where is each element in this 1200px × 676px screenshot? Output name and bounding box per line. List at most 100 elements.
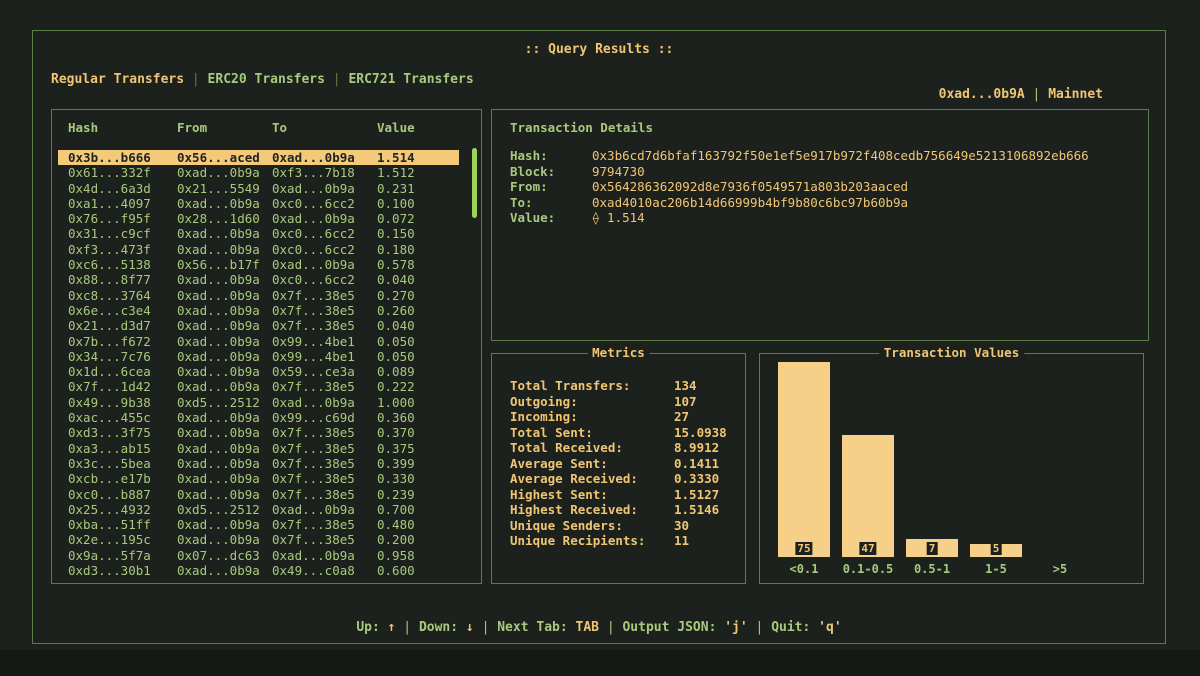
col-header-to: To <box>272 120 377 135</box>
help-separator: | <box>395 620 418 635</box>
cell-from: 0x28...1d60 <box>177 211 272 226</box>
metric-row: Total Received:8.9912 <box>510 440 737 456</box>
help-separator: | <box>748 620 771 635</box>
metric-label: Outgoing: <box>510 394 674 410</box>
help-key: 'q' <box>818 620 841 635</box>
help-label: Output JSON: <box>622 620 724 635</box>
table-row[interactable]: 0x34...7c760xad...0b9a0x99...4be10.050 <box>58 349 459 364</box>
cell-to: 0x7f...38e5 <box>272 456 377 471</box>
table-row[interactable]: 0x7f...1d420xad...0b9a0x7f...38e50.222 <box>58 379 459 394</box>
table-row[interactable]: 0x31...c9cf0xad...0b9a0xc0...6cc20.150 <box>58 226 459 241</box>
cell-to: 0x7f...38e5 <box>272 318 377 333</box>
cell-value: 0.330 <box>377 471 459 486</box>
table-row[interactable]: 0x6e...c3e40xad...0b9a0x7f...38e50.260 <box>58 303 459 318</box>
help-label: Down: <box>419 620 466 635</box>
cell-value: 0.600 <box>377 563 459 578</box>
tab-separator: | <box>184 72 207 87</box>
tab-separator: | <box>325 72 348 87</box>
cell-hash: 0x3b...b666 <box>68 150 177 165</box>
metric-row: Total Transfers:134 <box>510 378 737 394</box>
table-row[interactable]: 0x1d...6cea0xad...0b9a0x59...ce3a0.089 <box>58 364 459 379</box>
cell-hash: 0x7f...1d42 <box>68 379 177 394</box>
cell-from: 0xad...0b9a <box>177 303 272 318</box>
metric-value: 30 <box>674 518 737 534</box>
table-row[interactable]: 0xd3...3f750xad...0b9a0x7f...38e50.370 <box>58 425 459 440</box>
col-header-from: From <box>177 120 272 135</box>
table-row[interactable]: 0xcb...e17b0xad...0b9a0x7f...38e50.330 <box>58 471 459 486</box>
help-label: Next Tab: <box>497 620 575 635</box>
cell-hash: 0x1d...6cea <box>68 364 177 379</box>
table-row[interactable]: 0x3c...5bea0xad...0b9a0x7f...38e50.399 <box>58 456 459 471</box>
table-row[interactable]: 0xac...455c0xad...0b9a0x99...c69d0.360 <box>58 410 459 425</box>
cell-hash: 0x31...c9cf <box>68 226 177 241</box>
help-label: Quit: <box>771 620 818 635</box>
help-separator: | <box>474 620 497 635</box>
table-row[interactable]: 0xd3...30b10xad...0b9a0x49...c0a80.600 <box>58 563 459 578</box>
table-row[interactable]: 0xc8...37640xad...0b9a0x7f...38e50.270 <box>58 288 459 303</box>
cell-hash: 0xcb...e17b <box>68 471 177 486</box>
cell-from: 0xad...0b9a <box>177 517 272 532</box>
col-header-hash: Hash <box>68 120 177 135</box>
metric-label: Unique Senders: <box>510 518 674 534</box>
cell-from: 0xad...0b9a <box>177 349 272 364</box>
chart-x-label: 0.5-1 <box>900 562 964 576</box>
table-row[interactable]: 0x3b...b6660x56...aced0xad...0b9a1.514 <box>58 150 459 165</box>
cell-value: 0.200 <box>377 532 459 547</box>
scrollbar-thumb[interactable] <box>472 148 477 218</box>
cell-from: 0xad...0b9a <box>177 379 272 394</box>
table-row[interactable]: 0x76...f95f0x28...1d600xad...0b9a0.072 <box>58 211 459 226</box>
col-header-value: Value <box>377 120 459 135</box>
table-row[interactable]: 0x9a...5f7a0x07...dc630xad...0b9a0.958 <box>58 548 459 563</box>
table-row[interactable]: 0x88...8f770xad...0b9a0xc0...6cc20.040 <box>58 272 459 287</box>
metric-row: Unique Recipients:11 <box>510 533 737 549</box>
cell-from: 0xd5...2512 <box>177 502 272 517</box>
detail-value: ⟠ 1.514 <box>592 210 1140 226</box>
metric-row: Average Sent:0.1411 <box>510 456 737 472</box>
help-label: Up: <box>356 620 387 635</box>
cell-value: 0.700 <box>377 502 459 517</box>
table-row[interactable]: 0xa1...40970xad...0b9a0xc0...6cc20.100 <box>58 196 459 211</box>
cell-from: 0xad...0b9a <box>177 288 272 303</box>
table-row[interactable]: 0xc0...b8870xad...0b9a0x7f...38e50.239 <box>58 487 459 502</box>
table-row[interactable]: 0x4d...6a3d0x21...55490xad...0b9a0.231 <box>58 181 459 196</box>
metric-label: Incoming: <box>510 409 674 425</box>
transaction-details-panel: Transaction Details Hash:0x3b6cd7d6bfaf1… <box>491 109 1149 341</box>
cell-hash: 0x9a...5f7a <box>68 548 177 563</box>
cell-hash: 0xd3...30b1 <box>68 563 177 578</box>
cell-to: 0x7f...38e5 <box>272 517 377 532</box>
cell-hash: 0x4d...6a3d <box>68 181 177 196</box>
table-row[interactable]: 0x7b...f6720xad...0b9a0x99...4be10.050 <box>58 334 459 349</box>
cell-from: 0x21...5549 <box>177 181 272 196</box>
tab-erc721-transfers[interactable]: ERC721 Transfers <box>348 72 473 87</box>
table-header-row: HashFromToValue <box>58 120 459 135</box>
cell-hash: 0xa1...4097 <box>68 196 177 211</box>
metric-row: Incoming:27 <box>510 409 737 425</box>
metric-row: Highest Received:1.5146 <box>510 502 737 518</box>
cell-to: 0xc0...6cc2 <box>272 242 377 257</box>
tab-regular-transfers[interactable]: Regular Transfers <box>51 72 184 87</box>
chart-x-label: 0.1-0.5 <box>836 562 900 576</box>
cell-from: 0x56...b17f <box>177 257 272 272</box>
cell-to: 0xad...0b9a <box>272 548 377 563</box>
chart-title: Transaction Values <box>879 345 1024 360</box>
help-key: 'j' <box>724 620 747 635</box>
cell-from: 0xad...0b9a <box>177 318 272 333</box>
cell-from: 0xad...0b9a <box>177 226 272 241</box>
cell-hash: 0x34...7c76 <box>68 349 177 364</box>
table-row[interactable]: 0xba...51ff0xad...0b9a0x7f...38e50.480 <box>58 517 459 532</box>
table-row[interactable]: 0xa3...ab150xad...0b9a0x7f...38e50.375 <box>58 441 459 456</box>
cell-value: 0.050 <box>377 334 459 349</box>
help-separator: | <box>599 620 622 635</box>
tab-erc20-transfers[interactable]: ERC20 Transfers <box>208 72 325 87</box>
cell-hash: 0x3c...5bea <box>68 456 177 471</box>
table-row[interactable]: 0x49...9b380xd5...25120xad...0b9a1.000 <box>58 395 459 410</box>
table-row[interactable]: 0xc6...51380x56...b17f0xad...0b9a0.578 <box>58 257 459 272</box>
table-row[interactable]: 0x25...49320xd5...25120xad...0b9a0.700 <box>58 502 459 517</box>
cell-from: 0xad...0b9a <box>177 487 272 502</box>
table-row[interactable]: 0xf3...473f0xad...0b9a0xc0...6cc20.180 <box>58 242 459 257</box>
cell-from: 0xad...0b9a <box>177 425 272 440</box>
table-row[interactable]: 0x2e...195c0xad...0b9a0x7f...38e50.200 <box>58 532 459 547</box>
table-row[interactable]: 0x61...332f0xad...0b9a0xf3...7b181.512 <box>58 165 459 180</box>
table-row[interactable]: 0x21...d3d70xad...0b9a0x7f...38e50.040 <box>58 318 459 333</box>
cell-value: 1.000 <box>377 395 459 410</box>
